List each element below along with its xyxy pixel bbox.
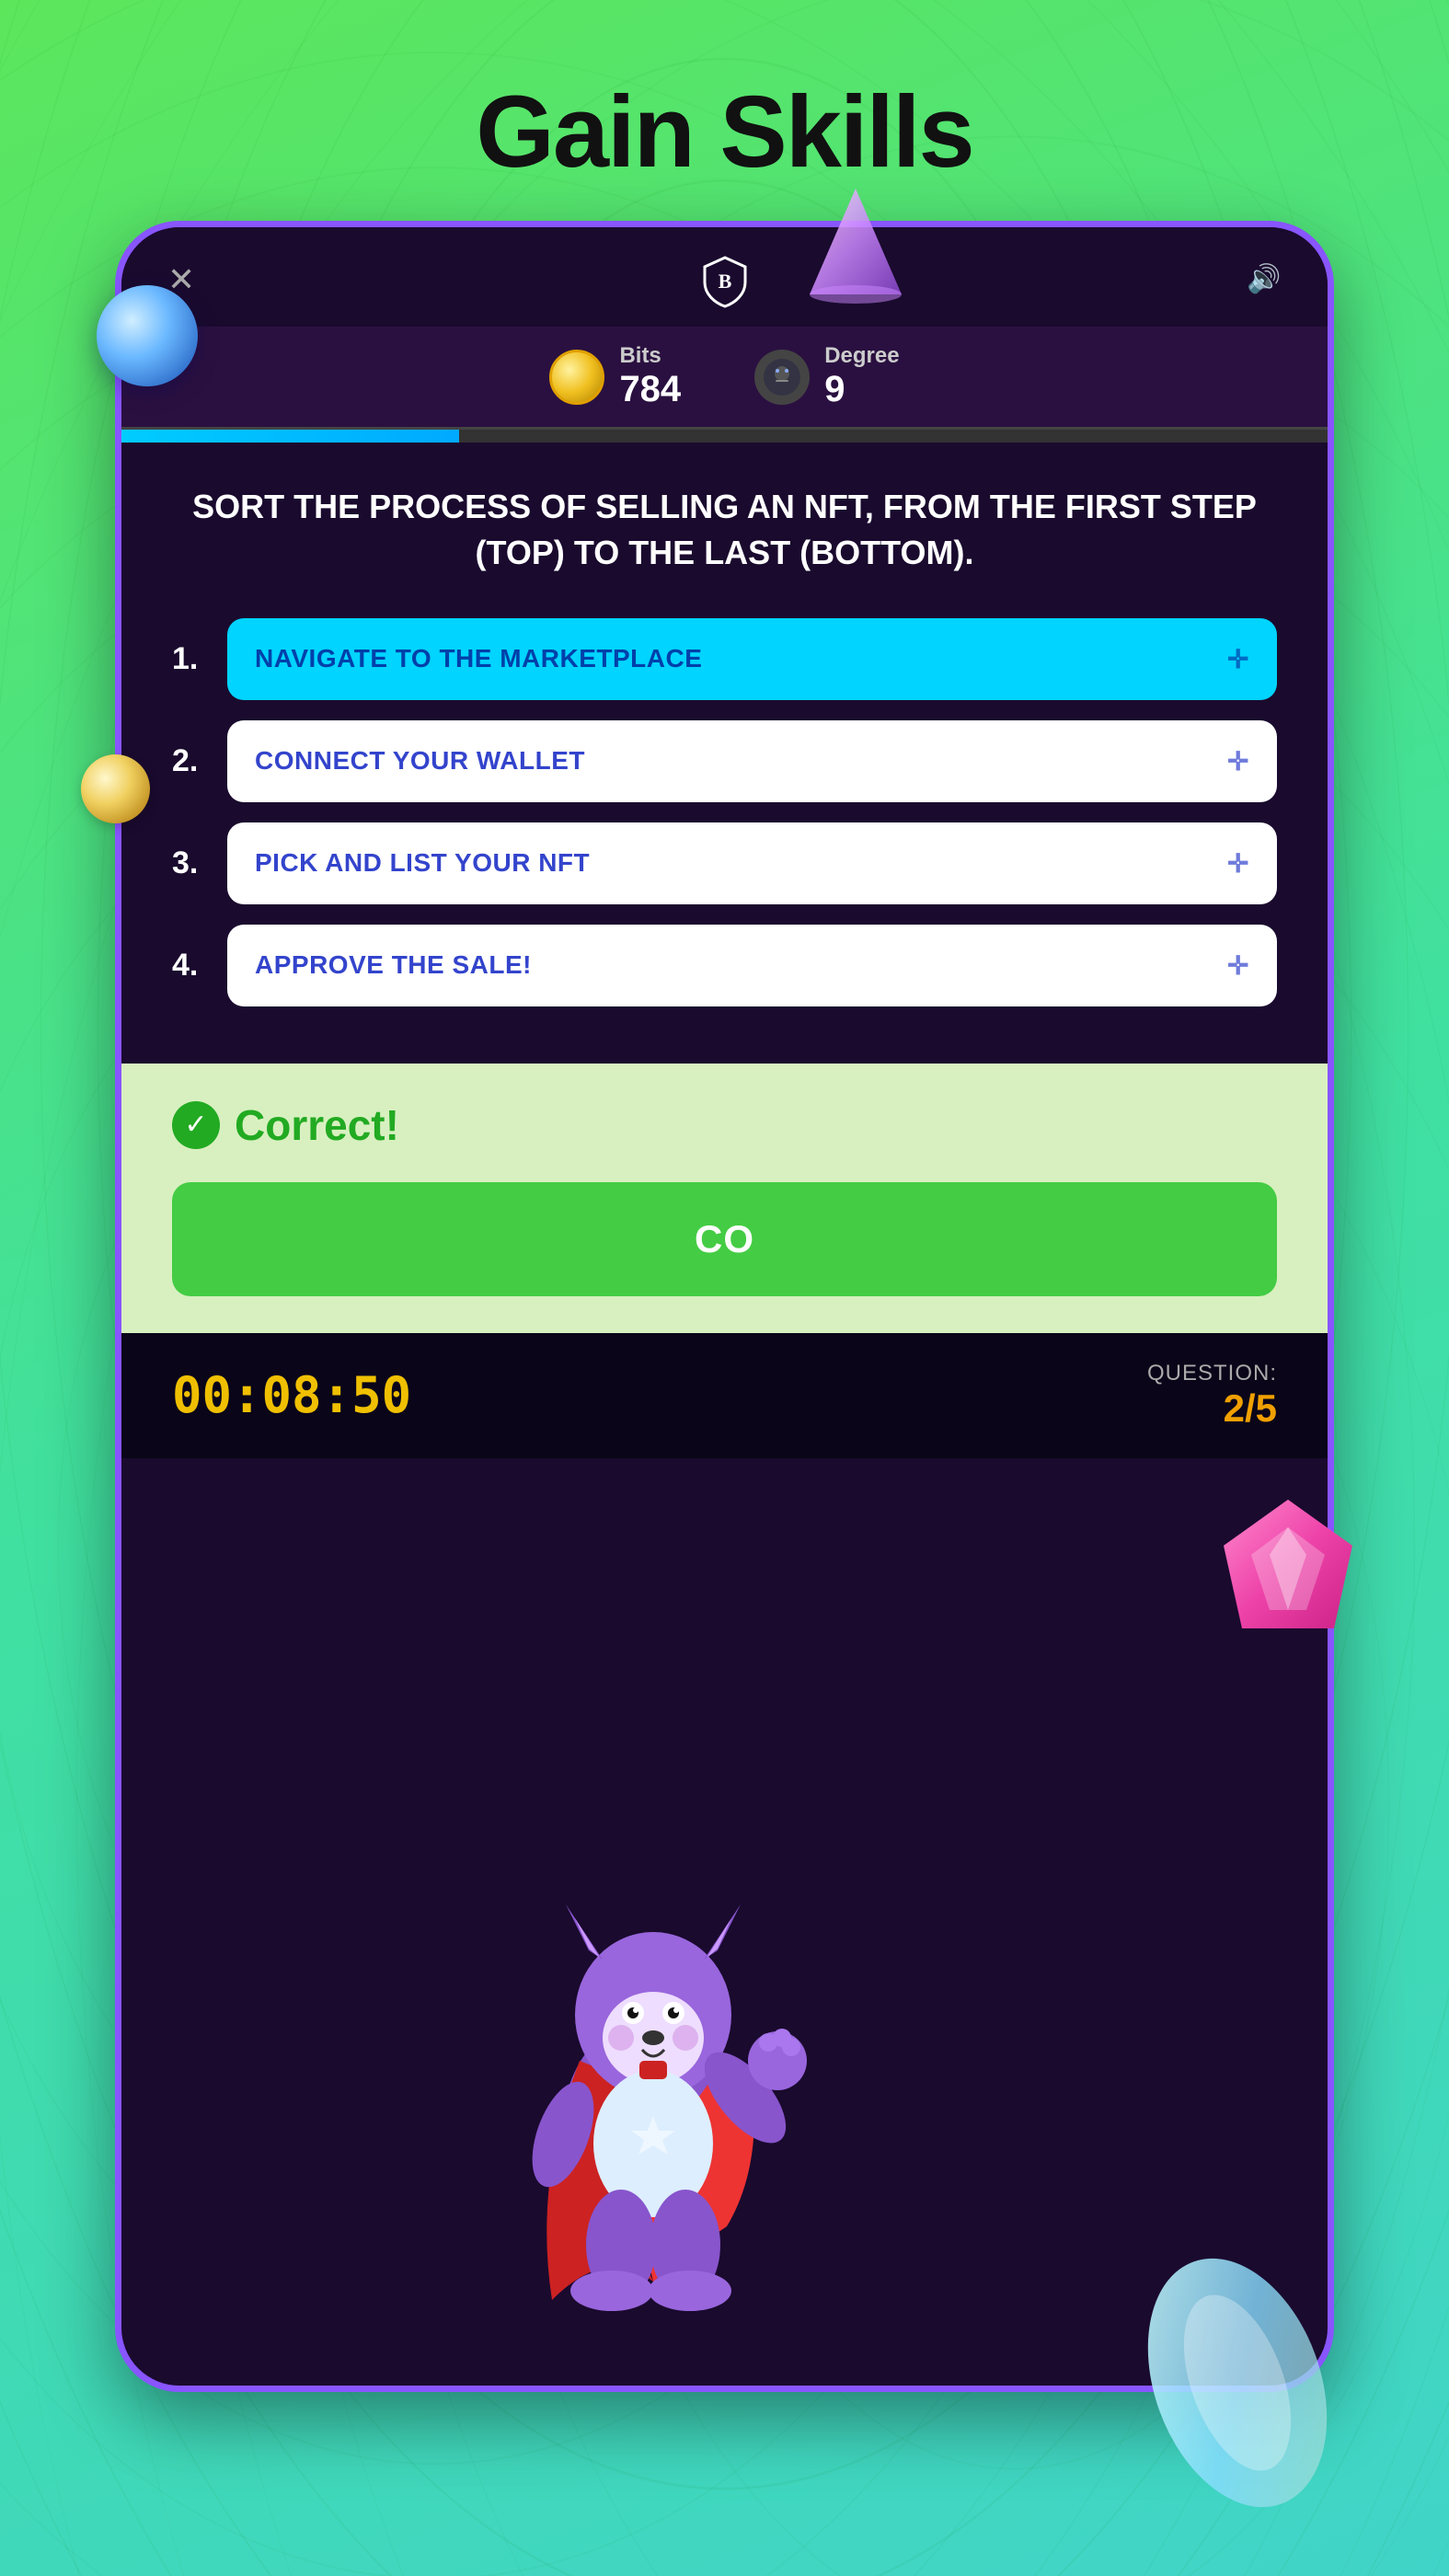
bits-stat: Bits 784	[549, 343, 681, 410]
answer-number-1: 1.	[172, 641, 209, 677]
phone-topbar: ✕ B 🔊	[121, 227, 1328, 327]
answer-button-3[interactable]: PICK AND LIST YOUR NFT ✛	[227, 822, 1277, 904]
answer-number-3: 3.	[172, 845, 209, 881]
logo-shield: B	[697, 253, 753, 308]
bits-label: Bits	[619, 343, 681, 369]
degree-label: Degree	[824, 343, 899, 369]
degree-value: 9	[824, 369, 899, 410]
answer-button-2[interactable]: CONNECT YOUR WALLET ✛	[227, 720, 1277, 802]
question-count-value: 2/5	[1147, 1386, 1277, 1431]
mascot	[460, 1858, 846, 2337]
answer-row-2: 2. CONNECT YOUR WALLET ✛	[172, 720, 1277, 802]
drag-icon-2: ✛	[1227, 746, 1249, 776]
drag-icon-4: ✛	[1227, 950, 1249, 981]
continue-button[interactable]: CO	[172, 1182, 1277, 1296]
progress-fill	[121, 430, 459, 443]
deco-crystal	[1136, 2245, 1339, 2521]
timer: 00:08:50	[172, 1366, 411, 1424]
progress-bar	[121, 430, 1328, 443]
bits-icon	[549, 350, 604, 405]
deco-cone	[800, 184, 911, 304]
correct-badge: ✓ Correct!	[172, 1100, 1277, 1150]
degree-icon	[754, 350, 810, 405]
bits-value: 784	[619, 369, 681, 410]
degree-stat: Degree 9	[754, 343, 899, 410]
deco-gem	[1205, 1490, 1371, 1656]
answer-label-3: PICK AND LIST YOUR NFT	[255, 848, 590, 878]
answer-button-4[interactable]: APPROVE THE SALE! ✛	[227, 925, 1277, 1006]
answer-label-1: NAVIGATE TO THE MARKETPLACE	[255, 644, 702, 673]
drag-icon-3: ✛	[1227, 848, 1249, 879]
question-text: SORT THE PROCESS OF SELLING AN NFT, FROM…	[172, 484, 1277, 577]
correct-check-icon: ✓	[172, 1101, 220, 1149]
answer-row-3: 3. PICK AND LIST YOUR NFT ✛	[172, 822, 1277, 904]
correct-section: ✓ Correct! CO	[121, 1064, 1328, 1333]
answer-row: 1. NAVIGATE TO THE MARKETPLACE ✛	[172, 618, 1277, 700]
answer-number-2: 2.	[172, 743, 209, 779]
answer-button-1[interactable]: NAVIGATE TO THE MARKETPLACE ✛	[227, 618, 1277, 700]
drag-icon-1: ✛	[1227, 644, 1249, 674]
sound-button[interactable]: 🔊	[1247, 263, 1282, 298]
question-count-label: QUESTION:	[1147, 1361, 1277, 1386]
correct-text: Correct!	[235, 1100, 399, 1150]
bottom-bar: 00:08:50 QUESTION: 2/5	[121, 1333, 1328, 1458]
answer-label-2: CONNECT YOUR WALLET	[255, 746, 585, 776]
deco-ball-gold	[81, 754, 150, 823]
stats-bar: Bits 784 Degree 9	[121, 327, 1328, 430]
check-symbol: ✓	[184, 1109, 207, 1141]
answer-row-4: 4. APPROVE THE SALE! ✛	[172, 925, 1277, 1006]
answer-number-4: 4.	[172, 948, 209, 983]
question-area: SORT THE PROCESS OF SELLING AN NFT, FROM…	[121, 443, 1328, 609]
answers-area: 1. NAVIGATE TO THE MARKETPLACE ✛ 2. CONN…	[121, 609, 1328, 1064]
svg-text:B: B	[718, 270, 731, 293]
answer-label-4: APPROVE THE SALE!	[255, 950, 532, 980]
deco-ball-blue	[97, 285, 198, 386]
page-title: Gain Skills	[0, 0, 1449, 190]
question-count: QUESTION: 2/5	[1147, 1361, 1277, 1431]
